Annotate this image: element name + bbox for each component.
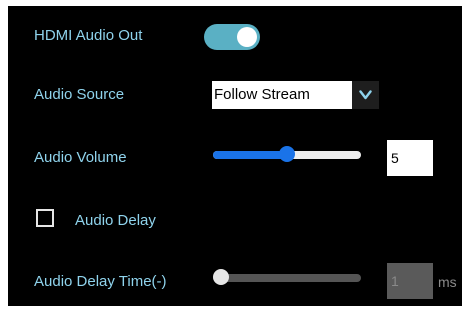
chevron-down-icon (359, 90, 372, 100)
slider-thumb[interactable] (279, 146, 295, 162)
audio-delay-checkbox[interactable] (36, 209, 54, 227)
slider-fill (213, 151, 287, 159)
audio-volume-label: Audio Volume (34, 149, 127, 166)
audio-delay-time-input[interactable] (387, 263, 433, 299)
hdmi-audio-out-toggle[interactable] (204, 24, 260, 50)
slider-thumb[interactable] (213, 269, 229, 285)
hdmi-audio-out-label: HDMI Audio Out (34, 27, 143, 44)
audio-source-selected-value: Follow Stream (214, 86, 310, 103)
audio-volume-input[interactable] (387, 140, 433, 176)
audio-volume-slider[interactable] (213, 146, 361, 164)
audio-settings-panel: HDMI Audio Out Audio Source Follow Strea… (8, 6, 462, 306)
toggle-knob (237, 27, 257, 47)
audio-delay-label: Audio Delay (75, 212, 156, 229)
audio-delay-time-slider[interactable] (213, 269, 361, 287)
audio-delay-time-label: Audio Delay Time(-) (34, 273, 167, 290)
audio-source-dropdown-button[interactable] (352, 81, 379, 109)
slider-track (213, 274, 361, 282)
audio-source-label: Audio Source (34, 86, 125, 103)
delay-unit-label: ms (438, 274, 457, 290)
audio-source-select[interactable]: Follow Stream (212, 81, 379, 109)
